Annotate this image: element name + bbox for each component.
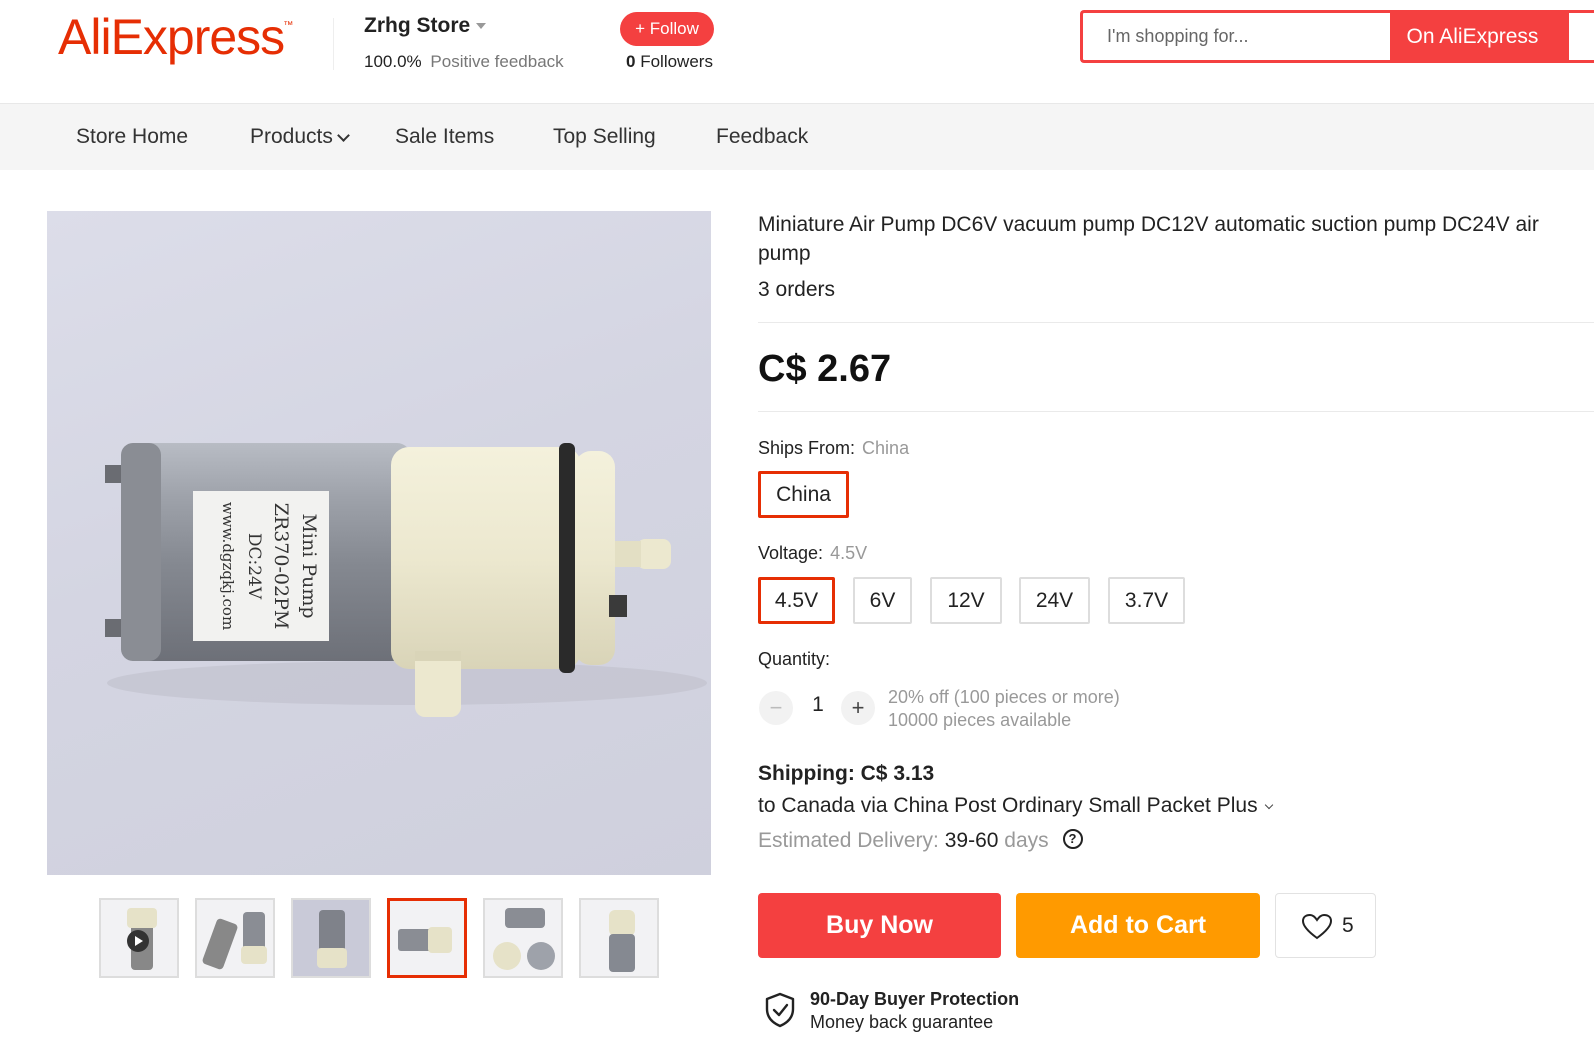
buyer-protection-subtitle: Money back guarantee [810, 1012, 994, 1032]
label-line-1: Mini Pump [298, 513, 320, 618]
pump-thumbnail-icon [293, 900, 369, 976]
pump-thumbnail-icon [202, 912, 267, 970]
wishlist-count: 5 [1342, 914, 1354, 937]
chevron-down-icon [337, 129, 350, 142]
search-bar: On AliExpress [1080, 10, 1594, 63]
store-name[interactable]: Zrhg Store [364, 14, 487, 38]
heart-icon [1302, 914, 1332, 940]
nav-products[interactable]: Products [250, 104, 350, 170]
thumbnail-6[interactable] [579, 898, 659, 978]
thumbnail-strip [99, 898, 659, 978]
buy-now-button[interactable]: Buy Now [758, 893, 1001, 958]
header-divider [333, 18, 334, 70]
ships-from-label: Ships From: China [758, 438, 909, 459]
nav-sale-items[interactable]: Sale Items [395, 104, 494, 170]
shipping-method-selector[interactable]: to Canada via China Post Ordinary Small … [758, 794, 1273, 818]
label-line-4: www.dgzqkj.com [219, 502, 237, 630]
wishlist-button[interactable]: 5 [1275, 893, 1376, 958]
stock-available-note: 10000 pieces available [888, 710, 1072, 730]
followers-number: 0 [626, 52, 636, 71]
feedback-percent: 100.0% [364, 52, 422, 71]
follow-button[interactable]: + Follow [620, 12, 714, 46]
ships-from-option-china[interactable]: China [758, 471, 849, 518]
delivery-days: 39-60 [944, 829, 999, 852]
voltage-title: Voltage: [758, 543, 824, 563]
shield-check-icon [765, 992, 795, 1028]
label-line-2: ZR370-02PM [270, 503, 292, 630]
quantity-increase-button[interactable]: + [841, 691, 875, 725]
divider [758, 322, 1594, 323]
divider [758, 411, 1594, 412]
followers-label: Followers [640, 52, 713, 71]
bulk-discount-note: 20% off (100 pieces or more) [888, 687, 1120, 707]
voltage-value: 4.5V [830, 543, 868, 563]
voltage-label: Voltage: 4.5V [758, 543, 867, 564]
thumbnail-3[interactable] [291, 898, 371, 978]
pump-thumbnail-icon [609, 910, 635, 972]
quantity-decrease-button[interactable]: − [759, 691, 793, 725]
nav-store-home[interactable]: Store Home [76, 104, 188, 170]
buyer-protection-title: 90-Day Buyer Protection [810, 989, 1020, 1009]
shipping-route-text: to Canada via China Post Ordinary Small … [758, 794, 1258, 817]
store-feedback: 100.0% Positive feedback [364, 52, 564, 72]
pump-thumbnail-icon [398, 927, 452, 953]
add-to-cart-button[interactable]: Add to Cart [1016, 893, 1260, 958]
search-button[interactable]: On AliExpress [1390, 13, 1555, 60]
caret-down-icon[interactable] [476, 23, 487, 30]
chevron-down-icon [1264, 800, 1273, 810]
thumbnail-2[interactable] [195, 898, 275, 978]
order-count: 3 orders [758, 278, 836, 301]
store-name-label: Zrhg Store [364, 14, 471, 37]
search-button-edge [1555, 13, 1594, 60]
play-icon [127, 930, 149, 952]
quantity-value[interactable]: 1 [808, 693, 828, 717]
search-input[interactable] [1083, 13, 1390, 60]
voltage-option-6v[interactable]: 6V [853, 577, 912, 624]
estimated-delivery: Estimated Delivery: 39-60 days ? [758, 829, 1083, 853]
product-title: Miniature Air Pump DC6V vacuum pump DC12… [758, 213, 1539, 265]
ships-from-value: China [862, 438, 910, 458]
feedback-label: Positive feedback [430, 52, 564, 71]
logo-text: AliExpress [58, 9, 285, 65]
thumbnail-5[interactable] [483, 898, 563, 978]
delivery-label: Estimated Delivery: [758, 829, 939, 852]
product-price: C$ 2.67 [758, 348, 892, 390]
pump-thumbnail-icon [493, 908, 555, 970]
question-mark-icon[interactable]: ? [1062, 829, 1083, 850]
voltage-option-24v[interactable]: 24V [1019, 577, 1090, 624]
thumbnail-video[interactable] [99, 898, 179, 978]
voltage-option-3-7v[interactable]: 3.7V [1108, 577, 1185, 624]
voltage-option-12v[interactable]: 12V [930, 577, 1002, 624]
nav-products-label: Products [250, 125, 333, 148]
delivery-unit: days [1004, 829, 1049, 852]
main-product-image[interactable]: Mini Pump ZR370-02PM DC:24V www.dgzqkj.c… [47, 211, 711, 875]
aliexpress-logo[interactable]: AliExpress ™ [58, 8, 293, 66]
followers-count: 0 Followers [626, 52, 713, 72]
thumbnail-4-selected[interactable] [387, 898, 467, 978]
pump-photo: Mini Pump ZR370-02PM DC:24V www.dgzqkj.c… [105, 443, 707, 717]
quantity-label: Quantity: [758, 649, 831, 669]
label-line-3: DC:24V [244, 533, 264, 600]
nav-top-selling[interactable]: Top Selling [553, 104, 656, 170]
store-nav: Store Home Products Sale Items Top Selli… [0, 104, 1594, 170]
site-header: AliExpress ™ Zrhg Store 100.0% Positive f… [0, 0, 1594, 104]
voltage-option-4-5v[interactable]: 4.5V [758, 577, 835, 624]
ships-from-title: Ships From: [758, 438, 856, 458]
nav-feedback[interactable]: Feedback [716, 104, 808, 170]
shipping-cost: Shipping: C$ 3.13 [758, 762, 935, 785]
logo-trademark: ™ [283, 20, 293, 31]
